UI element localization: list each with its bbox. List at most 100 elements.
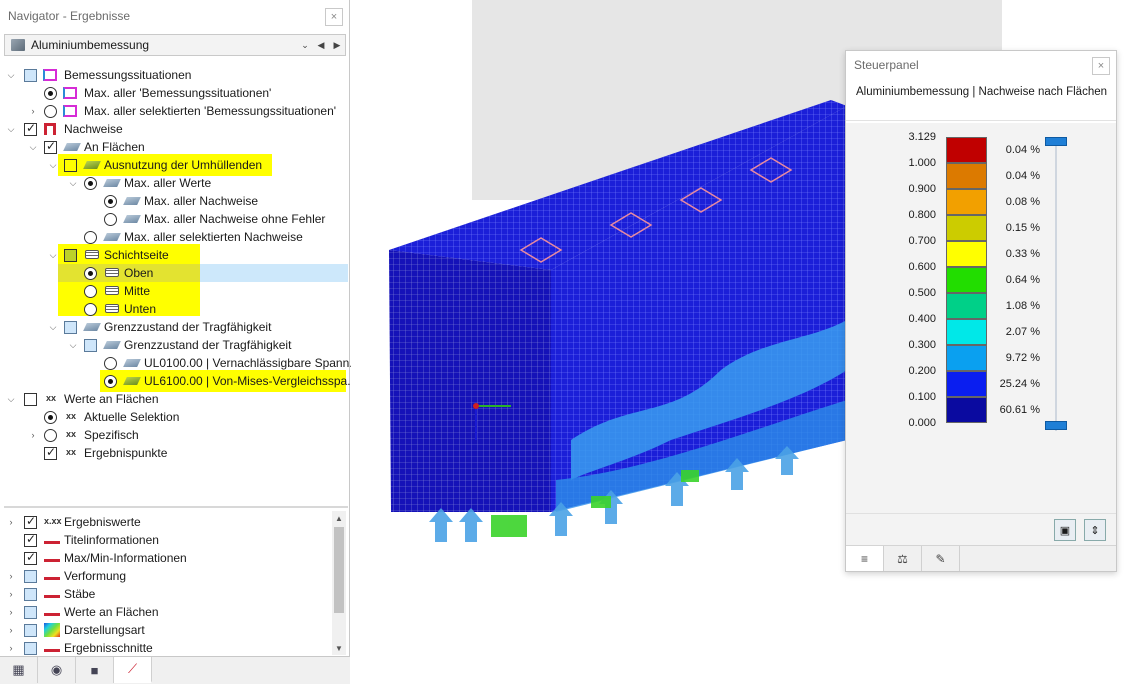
tree-item-maxmin[interactable]: Max/Min-Informationen [4, 549, 330, 567]
range-slider-max-handle[interactable] [1045, 137, 1067, 146]
tree-item-schichtseite[interactable]: ⌵ Schichtseite [4, 246, 348, 264]
tree-item-grenzzustand[interactable]: ⌵ Grenzzustand der Tragfähigkeit [4, 318, 348, 336]
checkbox[interactable] [64, 320, 77, 334]
tree-item-max-bemessungssituationen[interactable]: Max. aller 'Bemessungssituationen' [4, 84, 348, 102]
tree-item-ergebnisschnitte[interactable]: › Ergebnisschnitte [4, 639, 330, 655]
adjust-scale-icon[interactable]: ⇕ [1084, 519, 1106, 541]
tree-item-nachweise[interactable]: ⌵ Nachweise [4, 120, 348, 138]
chevron-right-icon[interactable]: › [28, 106, 38, 116]
tree-item-ausnutzung-umhuellenden[interactable]: ⌵ Ausnutzung der Umhüllenden [4, 156, 348, 174]
chevron-down-icon[interactable]: ⌵ [48, 160, 58, 170]
tree-item-titelinformationen[interactable]: Titelinformationen [4, 531, 330, 549]
tree-item-werte-an-flaechen[interactable]: ⌵ xx Werte an Flächen [4, 390, 348, 408]
tree-label: Darstellungsart [64, 623, 145, 637]
checkbox[interactable] [24, 623, 37, 637]
checkbox[interactable] [24, 392, 37, 406]
settings-icon[interactable]: ▣ [1054, 519, 1076, 541]
checkbox[interactable] [64, 248, 77, 262]
chevron-down-icon[interactable]: ⌵ [6, 394, 16, 404]
tree-item-ergebnispunkte[interactable]: xx Ergebnispunkte [4, 444, 348, 462]
chevron-right-icon[interactable]: › [6, 517, 16, 527]
scroll-thumb[interactable] [334, 527, 344, 613]
radio-button[interactable] [104, 212, 117, 226]
chevron-right-icon[interactable]: › [6, 607, 16, 617]
surface-result-icon [83, 161, 101, 169]
checkbox[interactable] [24, 68, 37, 82]
checkbox[interactable] [24, 605, 37, 619]
chevron-right-icon[interactable]: › [28, 430, 38, 440]
radio-button[interactable] [84, 266, 97, 280]
tree-item-verformung[interactable]: › Verformung [4, 567, 330, 585]
tab-results-icon[interactable]: ⟋ [114, 657, 152, 683]
radio-button[interactable] [44, 104, 57, 118]
tab-filter-icon[interactable]: ✎ [922, 546, 960, 571]
checkbox[interactable] [24, 569, 37, 583]
radio-button[interactable] [104, 374, 117, 388]
tab-data-icon[interactable]: ▦ [0, 657, 38, 683]
legend-value: 0.100 [908, 391, 936, 403]
tree-item-max-aller-werte[interactable]: ⌵ Max. aller Werte [4, 174, 348, 192]
radio-button[interactable] [44, 428, 57, 442]
checkbox[interactable] [44, 139, 57, 154]
control-panel-close-button[interactable]: × [1092, 57, 1110, 75]
checkbox[interactable] [24, 550, 37, 565]
tree-item-oben[interactable]: Oben [4, 264, 348, 282]
tree-item-mitte[interactable]: Mitte [4, 282, 348, 300]
tree-item-spezifisch[interactable]: › xx Spezifisch [4, 426, 348, 444]
checkbox[interactable] [24, 641, 37, 655]
radio-button[interactable] [84, 230, 97, 244]
range-slider-min-handle[interactable] [1045, 421, 1067, 430]
chevron-down-icon[interactable]: ⌵ [6, 70, 16, 80]
range-slider-track[interactable] [1055, 141, 1057, 431]
chevron-down-icon[interactable]: ⌄ [297, 40, 313, 51]
scroll-down-button[interactable]: ▼ [332, 641, 346, 655]
chevron-right-icon[interactable]: › [6, 643, 16, 653]
chevron-right-icon[interactable]: › [6, 625, 16, 635]
chevron-down-icon[interactable]: ⌵ [48, 250, 58, 260]
chevron-right-icon[interactable]: › [6, 571, 16, 581]
checkbox[interactable] [64, 158, 77, 172]
radio-button[interactable] [44, 86, 57, 100]
scroll-up-button[interactable]: ▲ [332, 511, 346, 525]
radio-button[interactable] [84, 176, 97, 190]
tree-item-aktuelle-selektion[interactable]: xx Aktuelle Selektion [4, 408, 348, 426]
checkbox[interactable] [84, 338, 97, 352]
tree-item-unten[interactable]: Unten [4, 300, 348, 318]
radio-button[interactable] [44, 410, 57, 424]
checkbox[interactable] [24, 532, 37, 547]
tab-camera-icon[interactable]: ■ [76, 657, 114, 683]
chevron-down-icon[interactable]: ⌵ [68, 340, 78, 350]
tree-item-ul6100[interactable]: UL6100.00 | Von-Mises-Vergleichsspa... [4, 372, 357, 390]
checkbox[interactable] [24, 121, 37, 136]
chevron-down-icon[interactable]: ⌵ [6, 124, 16, 134]
next-button[interactable]: ▶ [329, 40, 345, 51]
tab-balance-icon[interactable]: ⚖ [884, 546, 922, 571]
chevron-down-icon[interactable]: ⌵ [48, 322, 58, 332]
tree-item-max-aller-nachweise[interactable]: Max. aller Nachweise [4, 192, 348, 210]
tree-item-staebe[interactable]: › Stäbe [4, 585, 330, 603]
checkbox[interactable] [44, 445, 57, 460]
chevron-right-icon[interactable]: › [6, 589, 16, 599]
module-select[interactable]: Aluminiumbemessung ⌄ ◀ ▶ [4, 34, 346, 56]
radio-button[interactable] [104, 356, 117, 370]
tree-item-bemessungssituationen[interactable]: ⌵ Bemessungssituationen [4, 66, 348, 84]
splitter[interactable] [4, 506, 348, 508]
tree-item-werte-an-flaechen-display[interactable]: › Werte an Flächen [4, 603, 330, 621]
tree-item-ergebniswerte[interactable]: › x.xx Ergebniswerte [4, 513, 330, 531]
chevron-down-icon[interactable]: ⌵ [68, 178, 78, 188]
radio-button[interactable] [104, 194, 117, 208]
radio-button[interactable] [84, 302, 97, 316]
previous-button[interactable]: ◀ [313, 40, 329, 51]
tree-item-darstellungsart[interactable]: › Darstellungsart [4, 621, 330, 639]
tab-color-scale-icon[interactable]: ≡ [846, 546, 884, 571]
tree-item-max-nachweise-ohne-fehler[interactable]: Max. aller Nachweise ohne Fehler [4, 210, 348, 228]
tree-item-grenzzustand-sub[interactable]: ⌵ Grenzzustand der Tragfähigkeit [4, 336, 348, 354]
tree-item-max-selektierten-bemessungssituationen[interactable]: › Max. aller selektierten 'Bemessungssit… [4, 102, 348, 120]
checkbox[interactable] [24, 587, 37, 601]
scrollbar[interactable]: ▲ ▼ [332, 511, 346, 655]
radio-button[interactable] [84, 284, 97, 298]
tab-view-eye-icon[interactable]: ◉ [38, 657, 76, 683]
navigator-close-button[interactable]: × [325, 8, 343, 26]
chevron-down-icon[interactable]: ⌵ [28, 142, 38, 152]
checkbox[interactable] [24, 514, 37, 529]
